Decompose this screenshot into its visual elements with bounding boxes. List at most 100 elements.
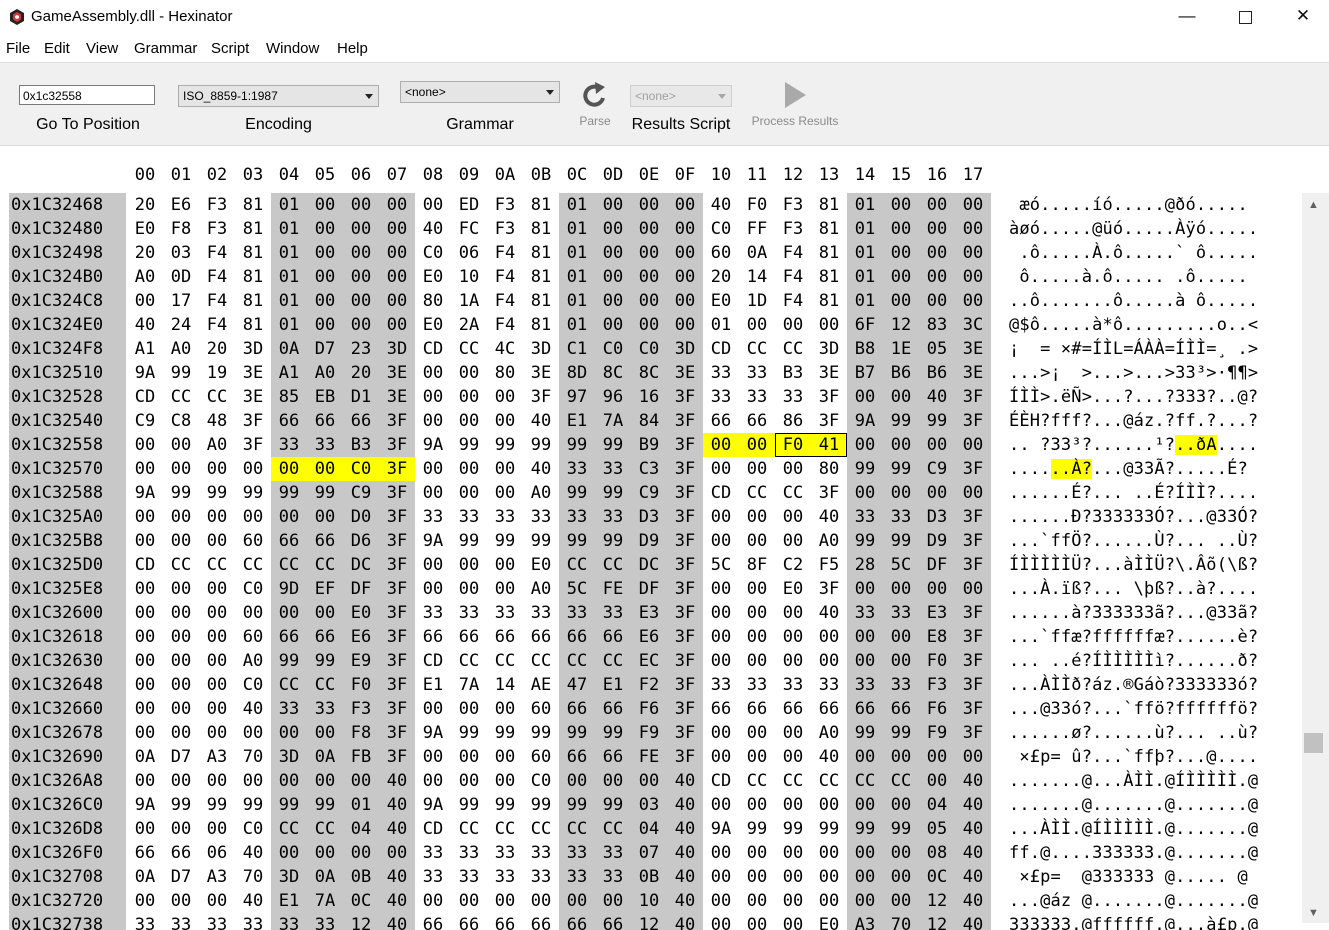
hex-byte[interactable]: 00: [163, 769, 199, 793]
hex-byte[interactable]: D3: [631, 505, 667, 529]
hex-byte[interactable]: F0: [739, 193, 775, 217]
hex-byte[interactable]: 3F: [955, 649, 991, 673]
hex-byte[interactable]: 33: [487, 841, 523, 865]
hex-byte[interactable]: 05: [919, 337, 955, 361]
hex-byte[interactable]: 00: [163, 721, 199, 745]
hex-byte[interactable]: 3F: [667, 505, 703, 529]
hex-byte[interactable]: 99: [523, 529, 559, 553]
hex-byte[interactable]: 99: [307, 793, 343, 817]
hex-byte[interactable]: CC: [271, 673, 307, 697]
hex-byte[interactable]: 00: [163, 817, 199, 841]
hex-byte[interactable]: FC: [451, 217, 487, 241]
hex-byte[interactable]: C0: [703, 217, 739, 241]
hex-byte[interactable]: 00: [631, 769, 667, 793]
hex-byte[interactable]: 99: [559, 481, 595, 505]
hex-byte[interactable]: CC: [883, 769, 919, 793]
hex-byte[interactable]: 66: [739, 409, 775, 433]
hex-byte[interactable]: 00: [811, 889, 847, 913]
hex-byte[interactable]: 0A: [739, 241, 775, 265]
hex-byte[interactable]: 20: [127, 193, 163, 217]
ascii-text[interactable]: ......ø?......ù?... ..ù?: [1009, 721, 1258, 745]
hex-byte[interactable]: 99: [307, 649, 343, 673]
hex-byte[interactable]: 40: [811, 745, 847, 769]
hex-byte[interactable]: 5C: [703, 553, 739, 577]
hex-byte[interactable]: 9A: [127, 361, 163, 385]
hex-byte[interactable]: 00: [811, 793, 847, 817]
hex-byte[interactable]: 9A: [127, 481, 163, 505]
hex-row[interactable]: 0x1C325E8 00 00 00 C0 9D EF DF 3F 00 00 00 A0 5C FE DF 3…: [0, 577, 1302, 601]
hex-byte[interactable]: 99: [523, 793, 559, 817]
hex-byte[interactable]: 33: [415, 601, 451, 625]
grammar-select[interactable]: <none>: [400, 81, 560, 103]
hex-byte[interactable]: 99: [595, 481, 631, 505]
hex-byte[interactable]: 00: [703, 457, 739, 481]
hex-byte[interactable]: 00: [811, 625, 847, 649]
hex-byte[interactable]: 00: [919, 241, 955, 265]
ascii-text[interactable]: ...`ffÖ?......Ù?... ..Ù?: [1009, 529, 1258, 553]
hex-byte[interactable]: 00: [703, 793, 739, 817]
hex-byte[interactable]: 33: [451, 601, 487, 625]
hex-byte[interactable]: 66: [775, 697, 811, 721]
hex-byte[interactable]: 66: [271, 529, 307, 553]
hex-byte[interactable]: 33: [523, 841, 559, 865]
hex-byte[interactable]: 33: [595, 865, 631, 889]
hex-byte[interactable]: 0A: [271, 337, 307, 361]
hex-byte[interactable]: 3F: [379, 409, 415, 433]
hex-byte[interactable]: 00: [775, 313, 811, 337]
hex-byte[interactable]: E3: [919, 601, 955, 625]
hex-byte[interactable]: 99: [883, 721, 919, 745]
hex-byte[interactable]: 00: [847, 649, 883, 673]
hex-byte[interactable]: D9: [919, 529, 955, 553]
ascii-text[interactable]: æó.....íó.....@ðó.....: [1009, 193, 1248, 217]
hex-byte[interactable]: 99: [883, 529, 919, 553]
hex-byte[interactable]: 3D: [811, 337, 847, 361]
hex-byte[interactable]: 8D: [559, 361, 595, 385]
hex-byte[interactable]: E1: [415, 673, 451, 697]
ascii-text[interactable]: ÍÌÌÌÌÌÜ?...àÌÌÜ?\.Âõ(\ß?: [1009, 553, 1258, 577]
hex-byte[interactable]: F5: [811, 553, 847, 577]
hex-byte[interactable]: 7A: [307, 889, 343, 913]
hex-byte[interactable]: 00: [451, 481, 487, 505]
hex-byte[interactable]: C0: [595, 337, 631, 361]
hex-byte[interactable]: 99: [487, 721, 523, 745]
hex-row[interactable]: 0x1C32678 00 00 00 00 00 00 F8 3F 9A 99 99 99 99 99 F9 3…: [0, 721, 1302, 745]
hex-byte[interactable]: 81: [235, 193, 271, 217]
menu-view[interactable]: View: [86, 40, 118, 57]
hex-byte[interactable]: 7A: [595, 409, 631, 433]
hex-byte[interactable]: 66: [415, 913, 451, 930]
hex-byte[interactable]: 00: [307, 505, 343, 529]
hex-byte[interactable]: C1: [559, 337, 595, 361]
hex-byte[interactable]: 99: [595, 793, 631, 817]
hex-byte[interactable]: CD: [415, 817, 451, 841]
scroll-down-icon[interactable]: ▼: [1308, 907, 1319, 919]
hex-byte[interactable]: 80: [487, 361, 523, 385]
hex-byte[interactable]: 2A: [451, 313, 487, 337]
hex-row[interactable]: 0x1C32738 33 33 33 33 33 33 12 40 66 66 66 66 66 66 12 4…: [0, 913, 1302, 930]
hex-byte[interactable]: F3: [199, 217, 235, 241]
hex-byte[interactable]: 00: [487, 385, 523, 409]
hex-byte[interactable]: 99: [883, 817, 919, 841]
hex-byte[interactable]: 00: [883, 241, 919, 265]
hex-byte[interactable]: 01: [847, 289, 883, 313]
ascii-text[interactable]: ......à?333333ã?...@33ã?: [1009, 601, 1258, 625]
hex-byte[interactable]: 00: [847, 793, 883, 817]
hex-byte[interactable]: A0: [127, 265, 163, 289]
hex-byte[interactable]: 99: [487, 793, 523, 817]
hex-byte[interactable]: E0: [127, 217, 163, 241]
hex-byte[interactable]: 00: [883, 793, 919, 817]
hex-byte[interactable]: 17: [163, 289, 199, 313]
hex-byte[interactable]: 81: [235, 265, 271, 289]
hex-byte[interactable]: E0: [415, 313, 451, 337]
hex-byte[interactable]: 00: [451, 385, 487, 409]
hex-byte[interactable]: 99: [163, 793, 199, 817]
hex-byte[interactable]: 00: [775, 865, 811, 889]
hex-byte[interactable]: 00: [739, 433, 775, 457]
hex-byte[interactable]: 40: [811, 601, 847, 625]
hex-byte[interactable]: CC: [163, 385, 199, 409]
hex-byte[interactable]: 99: [883, 457, 919, 481]
hex-byte[interactable]: 66: [703, 409, 739, 433]
hex-byte[interactable]: 40: [235, 841, 271, 865]
hex-byte[interactable]: 40: [955, 913, 991, 930]
hex-byte[interactable]: 33: [703, 673, 739, 697]
hex-byte[interactable]: 00: [451, 577, 487, 601]
